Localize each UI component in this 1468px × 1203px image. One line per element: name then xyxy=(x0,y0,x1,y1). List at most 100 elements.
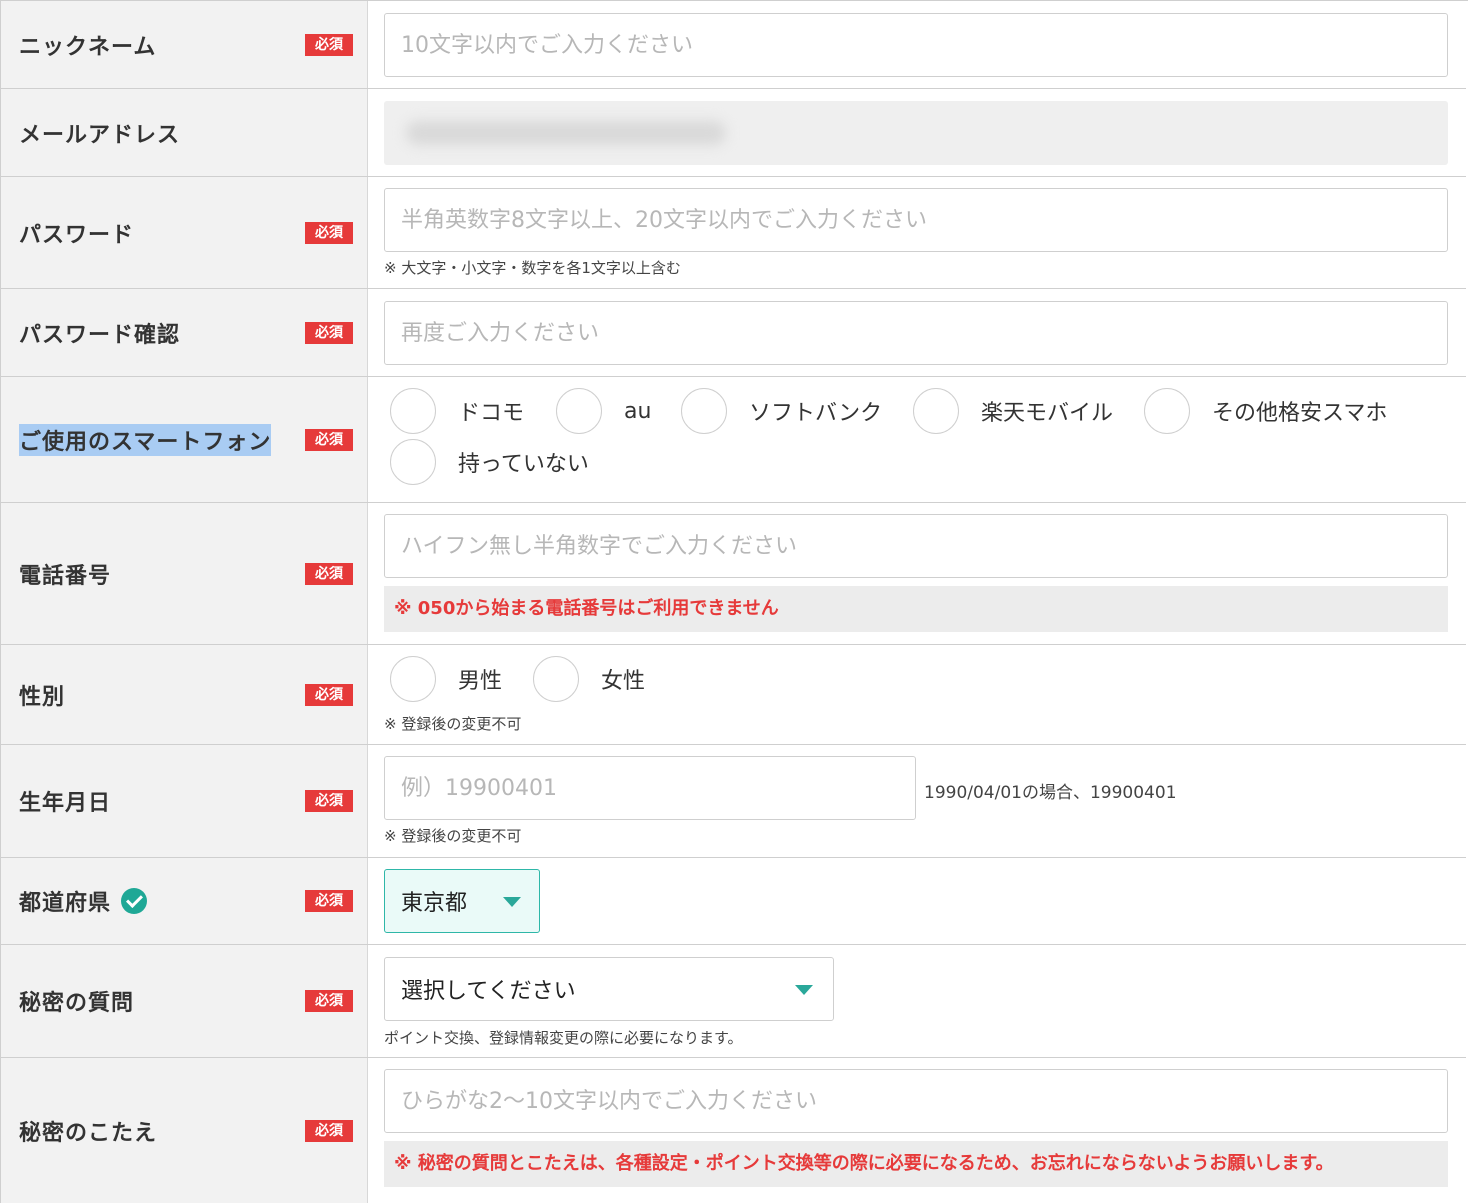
prefecture-label: 都道府県 xyxy=(19,891,112,916)
field-cell-password: ※ 大文字・小文字・数字を各1文字以上含む xyxy=(368,177,1466,288)
secret-question-value: 選択してください xyxy=(401,979,576,1004)
password-note: ※ 大文字・小文字・数字を各1文字以上含む xyxy=(384,259,681,277)
email-readonly-field xyxy=(384,101,1448,165)
radio-female[interactable]: 女性 xyxy=(533,656,645,702)
secret-question-label: 秘密の質問 xyxy=(19,991,135,1016)
birthday-note: ※ 登録後の変更不可 xyxy=(384,827,522,845)
radio-circle[interactable] xyxy=(1144,388,1190,434)
field-cell-smartphone: ドコモ au ソフトバンク 楽天モバイル その他格安スマホ 持っていない xyxy=(368,377,1466,502)
radio-label: 楽天モバイル xyxy=(981,401,1114,426)
password-confirm-input[interactable] xyxy=(384,301,1448,365)
required-badge: 必須 xyxy=(305,683,353,706)
radio-label: ソフトバンク xyxy=(749,401,883,426)
required-badge: 必須 xyxy=(305,790,353,812)
required-badge: 必須 xyxy=(305,33,353,56)
radio-other-mvno[interactable]: その他格安スマホ xyxy=(1144,388,1387,434)
row-gender: 性別 必須 男性 女性 ※ 登録後の変更不可 xyxy=(0,645,1466,745)
row-secret-answer: 秘密のこたえ 必須 ※ 秘密の質問とこたえは、各種設定・ポイント交換等の際に必要… xyxy=(0,1058,1466,1203)
radio-circle[interactable] xyxy=(390,439,436,485)
row-secret-question: 秘密の質問 必須 選択してください ポイント交換、登録情報変更の際に必要になりま… xyxy=(0,945,1466,1058)
chevron-down-icon xyxy=(503,897,521,907)
field-cell-password-confirm xyxy=(368,289,1466,376)
radio-male[interactable]: 男性 xyxy=(390,656,502,702)
registration-form: ニックネーム 必須 メールアドレス パスワード 必須 ※ 大文字・小文字・数字を… xyxy=(0,0,1468,1203)
birthday-input[interactable] xyxy=(384,756,916,820)
radio-circle[interactable] xyxy=(390,388,436,434)
radio-circle[interactable] xyxy=(533,656,579,702)
chevron-down-icon xyxy=(795,985,813,995)
gender-note: ※ 登録後の変更不可 xyxy=(384,715,522,733)
label-cell-email: メールアドレス xyxy=(0,89,368,176)
row-prefecture: 都道府県 必須 東京都 xyxy=(0,858,1466,945)
row-phone: 電話番号 必須 ※ 050から始まる電話番号はご利用できません xyxy=(0,503,1466,645)
label-cell-nickname: ニックネーム 必須 xyxy=(0,1,368,88)
field-cell-prefecture: 東京都 xyxy=(368,858,1466,944)
row-password: パスワード 必須 ※ 大文字・小文字・数字を各1文字以上含む xyxy=(0,177,1466,289)
secret-answer-label: 秘密のこたえ xyxy=(19,1120,158,1146)
radio-au[interactable]: au xyxy=(556,388,651,434)
smartphone-label: ご使用のスマートフォン xyxy=(19,423,272,456)
radio-label: 男性 xyxy=(458,669,503,694)
radio-circle[interactable] xyxy=(681,388,727,434)
password-confirm-label: パスワード確認 xyxy=(19,322,181,348)
radio-label: 持っていない xyxy=(458,452,589,477)
radio-none[interactable]: 持っていない xyxy=(390,439,589,485)
label-cell-gender: 性別 必須 xyxy=(0,645,368,744)
required-badge: 必須 xyxy=(305,562,353,585)
required-badge: 必須 xyxy=(305,1119,353,1142)
required-badge: 必須 xyxy=(305,990,353,1012)
password-label: パスワード xyxy=(19,222,135,248)
field-cell-birthday: 1990/04/01の場合、19900401 ※ 登録後の変更不可 xyxy=(368,745,1466,857)
radio-circle[interactable] xyxy=(913,388,959,434)
prefecture-select[interactable]: 東京都 xyxy=(384,869,540,933)
row-birthday: 生年月日 必須 1990/04/01の場合、19900401 ※ 登録後の変更不… xyxy=(0,745,1466,858)
nickname-label: ニックネーム xyxy=(19,34,157,60)
required-badge: 必須 xyxy=(305,221,353,244)
phone-alert: ※ 050から始まる電話番号はご利用できません xyxy=(384,586,1448,632)
label-cell-secret-question: 秘密の質問 必須 xyxy=(0,945,368,1057)
radio-circle[interactable] xyxy=(390,656,436,702)
secret-question-note: ポイント交換、登録情報変更の際に必要になります。 xyxy=(384,1029,743,1047)
label-cell-password-confirm: パスワード確認 必須 xyxy=(0,289,368,376)
field-cell-secret-question: 選択してください ポイント交換、登録情報変更の際に必要になります。 xyxy=(368,945,1466,1057)
secret-answer-input[interactable] xyxy=(384,1069,1448,1133)
label-cell-birthday: 生年月日 必須 xyxy=(0,745,368,857)
row-nickname: ニックネーム 必須 xyxy=(0,1,1466,89)
field-cell-nickname xyxy=(368,1,1466,88)
password-input[interactable] xyxy=(384,188,1448,252)
row-password-confirm: パスワード確認 必須 xyxy=(0,289,1466,377)
radio-label: その他格安スマホ xyxy=(1212,401,1388,426)
label-cell-secret-answer: 秘密のこたえ 必須 xyxy=(0,1058,368,1203)
nickname-input[interactable] xyxy=(384,13,1448,77)
email-label: メールアドレス xyxy=(19,122,181,148)
required-badge: 必須 xyxy=(305,321,353,344)
radio-softbank[interactable]: ソフトバンク xyxy=(681,388,882,434)
field-cell-email xyxy=(368,89,1466,176)
phone-label: 電話番号 xyxy=(19,563,112,589)
check-circle-icon xyxy=(121,888,148,914)
secret-answer-alert: ※ 秘密の質問とこたえは、各種設定・ポイント交換等の際に必要になるため、お忘れに… xyxy=(384,1141,1448,1187)
prefecture-value: 東京都 xyxy=(401,891,468,916)
radio-label: au xyxy=(624,398,652,424)
phone-input[interactable] xyxy=(384,514,1448,578)
radio-label: ドコモ xyxy=(458,401,525,426)
label-cell-phone: 電話番号 必須 xyxy=(0,503,368,644)
birthday-label: 生年月日 xyxy=(19,791,112,816)
row-email: メールアドレス xyxy=(0,89,1466,177)
radio-docomo[interactable]: ドコモ xyxy=(390,388,524,434)
email-blurred-value xyxy=(406,121,726,145)
field-cell-gender: 男性 女性 ※ 登録後の変更不可 xyxy=(368,645,1466,744)
label-cell-smartphone: ご使用のスマートフォン 必須 xyxy=(0,377,368,502)
gender-label: 性別 xyxy=(19,684,66,710)
secret-question-select[interactable]: 選択してください xyxy=(384,957,834,1021)
radio-circle[interactable] xyxy=(556,388,602,434)
radio-label: 女性 xyxy=(601,669,646,694)
field-cell-phone: ※ 050から始まる電話番号はご利用できません xyxy=(368,503,1466,644)
row-smartphone: ご使用のスマートフォン 必須 ドコモ au ソフトバンク 楽天モバイル その他格… xyxy=(0,377,1466,503)
birthday-hint: 1990/04/01の場合、19900401 xyxy=(924,783,1177,803)
radio-rakuten-mobile[interactable]: 楽天モバイル xyxy=(913,388,1113,434)
label-cell-password: パスワード 必須 xyxy=(0,177,368,288)
label-cell-prefecture: 都道府県 必須 xyxy=(0,858,368,944)
required-badge: 必須 xyxy=(305,428,353,451)
required-badge: 必須 xyxy=(305,890,353,912)
